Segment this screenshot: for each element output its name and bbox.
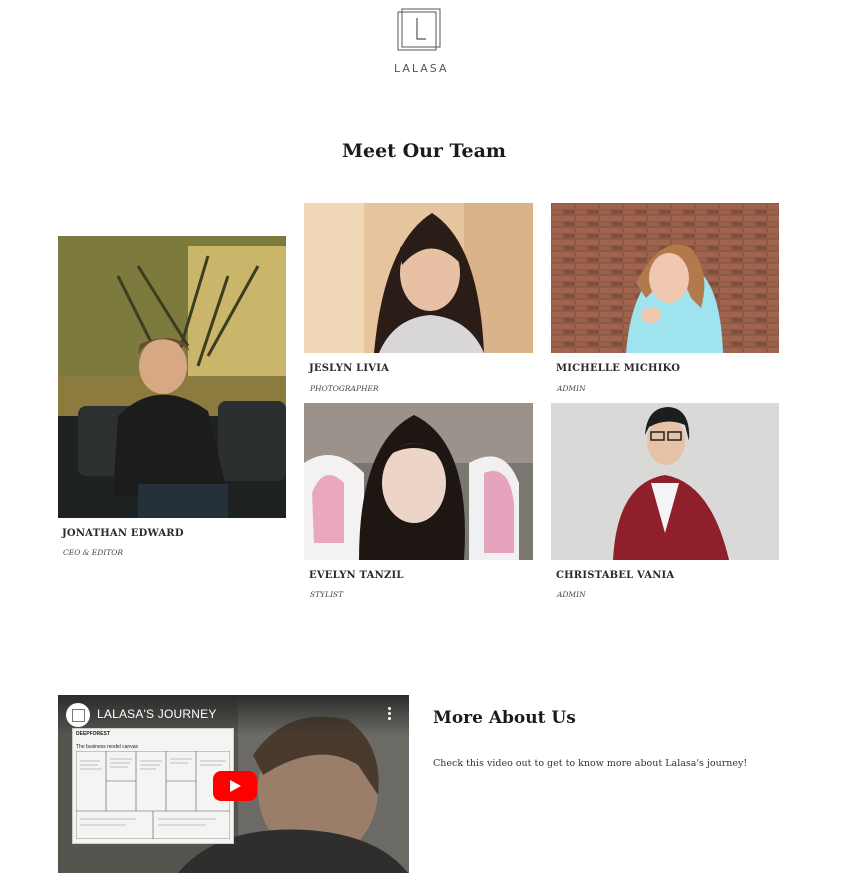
youtube-play-icon[interactable]	[213, 771, 257, 801]
video-player[interactable]: LALASA'S JOURNEY DEEPFOREST The business…	[58, 695, 409, 873]
member-photo	[304, 203, 533, 353]
member-role: CEO & EDITOR	[63, 548, 124, 557]
brand-name: LALASA	[394, 62, 449, 75]
member-name: MICHELLE MICHIKO	[556, 363, 681, 374]
more-vert-icon[interactable]	[385, 707, 395, 723]
member-name: JONATHAN EDWARD	[62, 528, 184, 539]
member-photo	[551, 403, 779, 560]
member-role: ADMIN	[557, 384, 586, 393]
canvas-grid	[76, 751, 230, 839]
channel-avatar-icon[interactable]	[66, 703, 90, 727]
member-photo	[58, 236, 286, 518]
member-name: JESLYN LIVIA	[309, 363, 390, 374]
about-section-title: More About Us	[433, 708, 576, 728]
document-subheading: The business model canvas	[76, 744, 138, 750]
about-description: Check this video out to get to know more…	[433, 758, 748, 769]
team-section-title: Meet Our Team	[341, 140, 507, 162]
document-heading: DEEPFOREST	[76, 731, 110, 737]
member-name: CHRISTABEL VANIA	[556, 570, 675, 581]
member-role: ADMIN	[557, 590, 586, 599]
video-document-frame: DEEPFOREST The business model canvas	[72, 728, 234, 844]
square-logo-icon	[397, 8, 441, 51]
member-name: EVELYN TANZIL	[309, 570, 404, 581]
member-role: STYLIST	[310, 590, 344, 599]
video-title[interactable]: LALASA'S JOURNEY	[97, 707, 217, 721]
member-role: PHOTOGRAPHER	[310, 384, 379, 393]
member-photo	[304, 403, 533, 560]
member-photo	[551, 203, 779, 353]
